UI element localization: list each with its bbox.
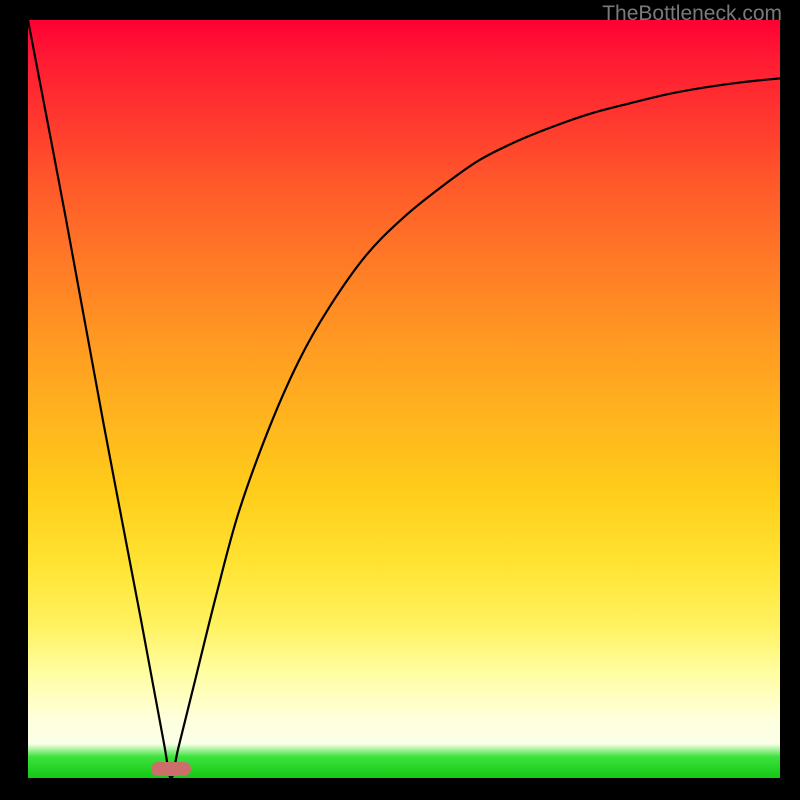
optimal-range-marker: [151, 762, 191, 776]
curve-path: [28, 20, 780, 778]
bottleneck-curve: [28, 20, 780, 778]
plot-area: [28, 20, 780, 778]
watermark-text: TheBottleneck.com: [602, 2, 782, 26]
outer-frame: TheBottleneck.com: [0, 0, 800, 800]
